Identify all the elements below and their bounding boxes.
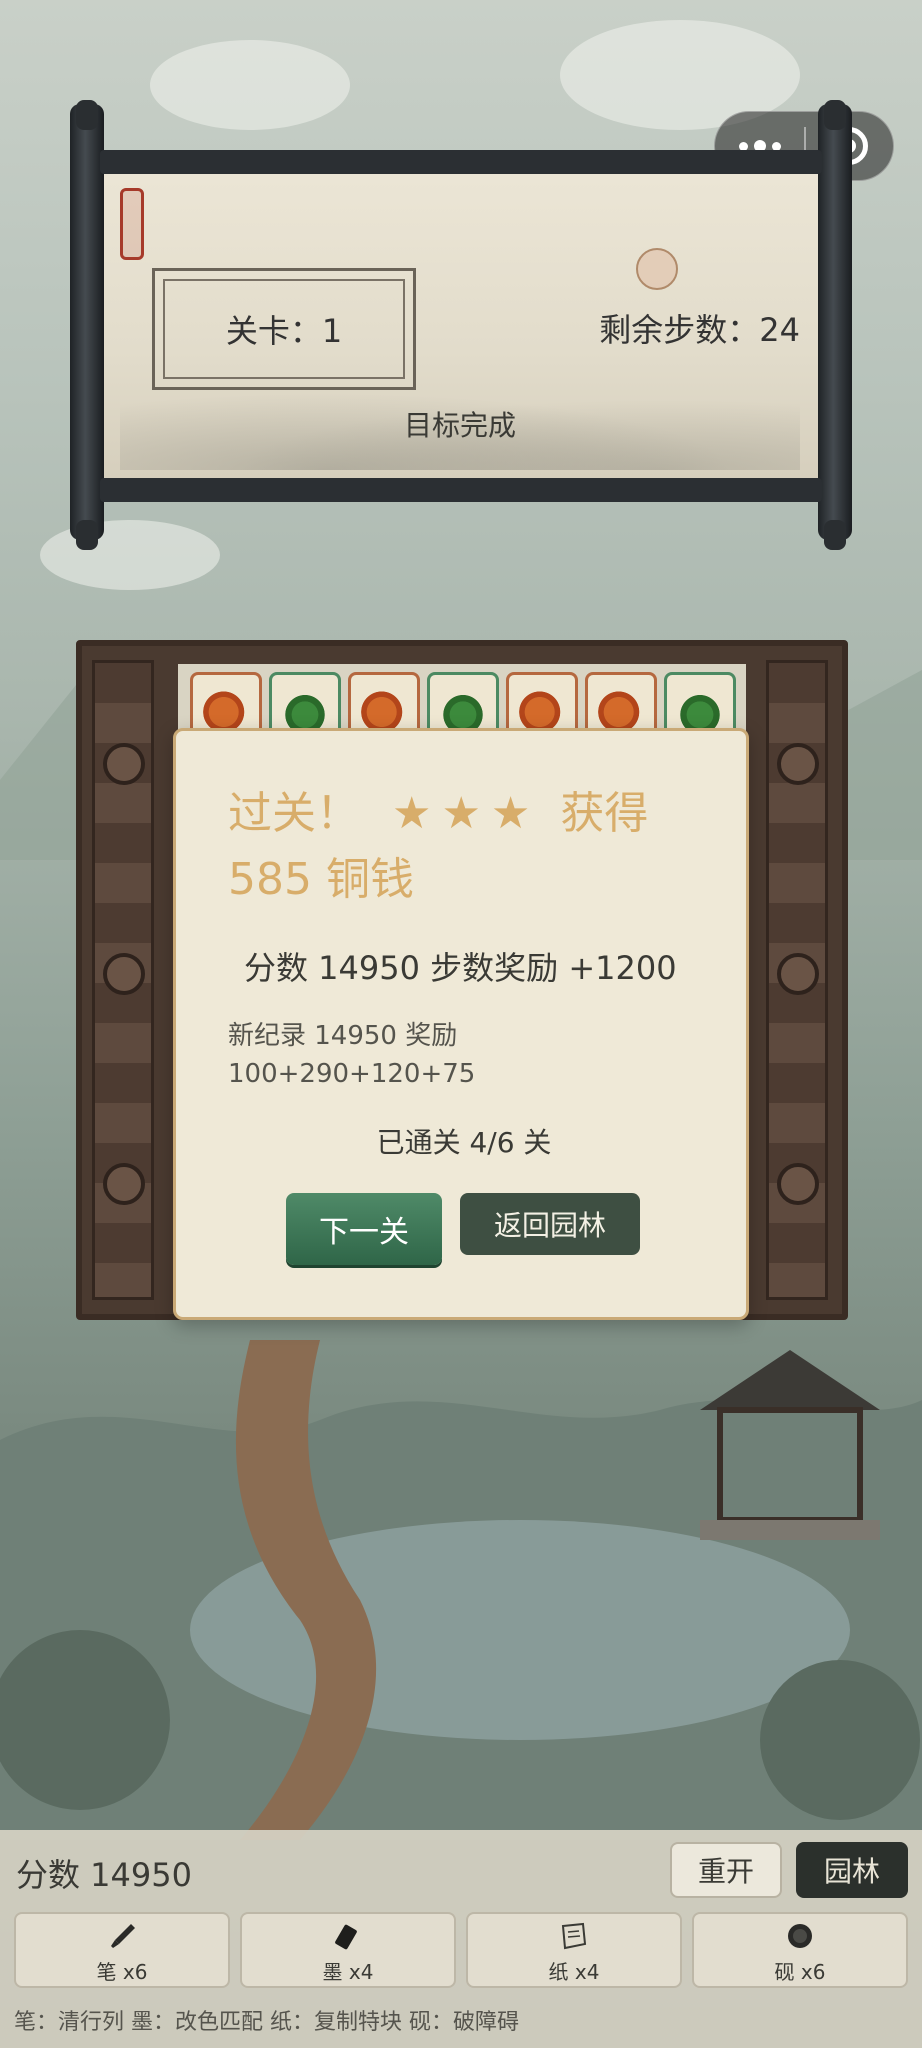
tool-paper-label: 纸 x4 bbox=[548, 1960, 600, 1984]
scroll-bar-top bbox=[100, 150, 822, 174]
restart-button[interactable]: 重开 bbox=[670, 1842, 782, 1898]
tool-hint-text: 笔：清行列 墨：改色匹配 纸：复制特块 砚：破障碍 bbox=[14, 2010, 519, 2035]
red-seal-icon bbox=[120, 188, 144, 260]
level-complete-dialog: 过关！ ★★★ 获得 585 铜钱 分数 14950 步数奖励 +1200 新纪录 … bbox=[173, 728, 749, 1320]
record-line: 新纪录 14950 奖励 bbox=[228, 1021, 458, 1051]
tool-ink-button[interactable]: 墨 x4 bbox=[240, 1912, 456, 1988]
current-score: 分数 14950 bbox=[16, 1856, 192, 1894]
level-label: 关卡：1 bbox=[225, 312, 343, 350]
inkstone-icon bbox=[784, 1922, 816, 1950]
garden-button[interactable]: 园林 bbox=[796, 1842, 908, 1898]
score-summary: 分数 14950 步数奖励 +1200 bbox=[244, 949, 677, 987]
lattice-panel-right bbox=[766, 660, 828, 1300]
record-info: 新纪录 14950 奖励 100+290+120+75 bbox=[228, 1017, 528, 1093]
bonus-breakdown: 100+290+120+75 bbox=[228, 1059, 476, 1089]
tool-paper-button[interactable]: 纸 x4 bbox=[466, 1912, 682, 1988]
reward-prefix: 获得 bbox=[560, 788, 649, 839]
scroll-bar-bottom bbox=[100, 478, 822, 502]
tool-inkstone-label: 砚 x6 bbox=[774, 1960, 826, 1984]
brush-icon bbox=[106, 1922, 138, 1950]
paper-icon bbox=[558, 1922, 590, 1950]
reward-amount: 585 铜钱 bbox=[228, 854, 414, 905]
tool-brush-label: 笔 x6 bbox=[96, 1960, 148, 1984]
tool-brush-button[interactable]: 笔 x6 bbox=[14, 1912, 230, 1988]
plum-blossom-icon bbox=[636, 248, 678, 290]
star-rating: ★★★ bbox=[392, 788, 541, 839]
scroll-knob-left-top bbox=[76, 100, 98, 130]
return-garden-button[interactable]: 返回园林 bbox=[460, 1193, 640, 1255]
pass-label: 过关！ bbox=[228, 788, 360, 839]
scroll-rod-left bbox=[70, 104, 104, 540]
scroll-knob-right-bottom bbox=[824, 520, 846, 550]
cleared-progress: 已通关 4/6 关 bbox=[376, 1126, 552, 1159]
tool-inkstone-button[interactable]: 砚 x6 bbox=[692, 1912, 908, 1988]
scroll-knob-left-bottom bbox=[76, 520, 98, 550]
lattice-panel-left bbox=[92, 660, 154, 1300]
next-level-button[interactable]: 下一关 bbox=[286, 1193, 442, 1265]
ink-stick-icon bbox=[332, 1922, 364, 1950]
dialog-title: 过关！ ★★★ 获得 585 铜钱 bbox=[228, 781, 728, 913]
scroll-rod-right bbox=[818, 104, 852, 540]
tool-ink-label: 墨 x4 bbox=[322, 1960, 374, 1984]
remaining-steps-label: 剩余步数：24 bbox=[599, 311, 800, 349]
goal-status-label: 目标完成 bbox=[403, 409, 516, 442]
scroll-knob-right-top bbox=[824, 100, 846, 130]
